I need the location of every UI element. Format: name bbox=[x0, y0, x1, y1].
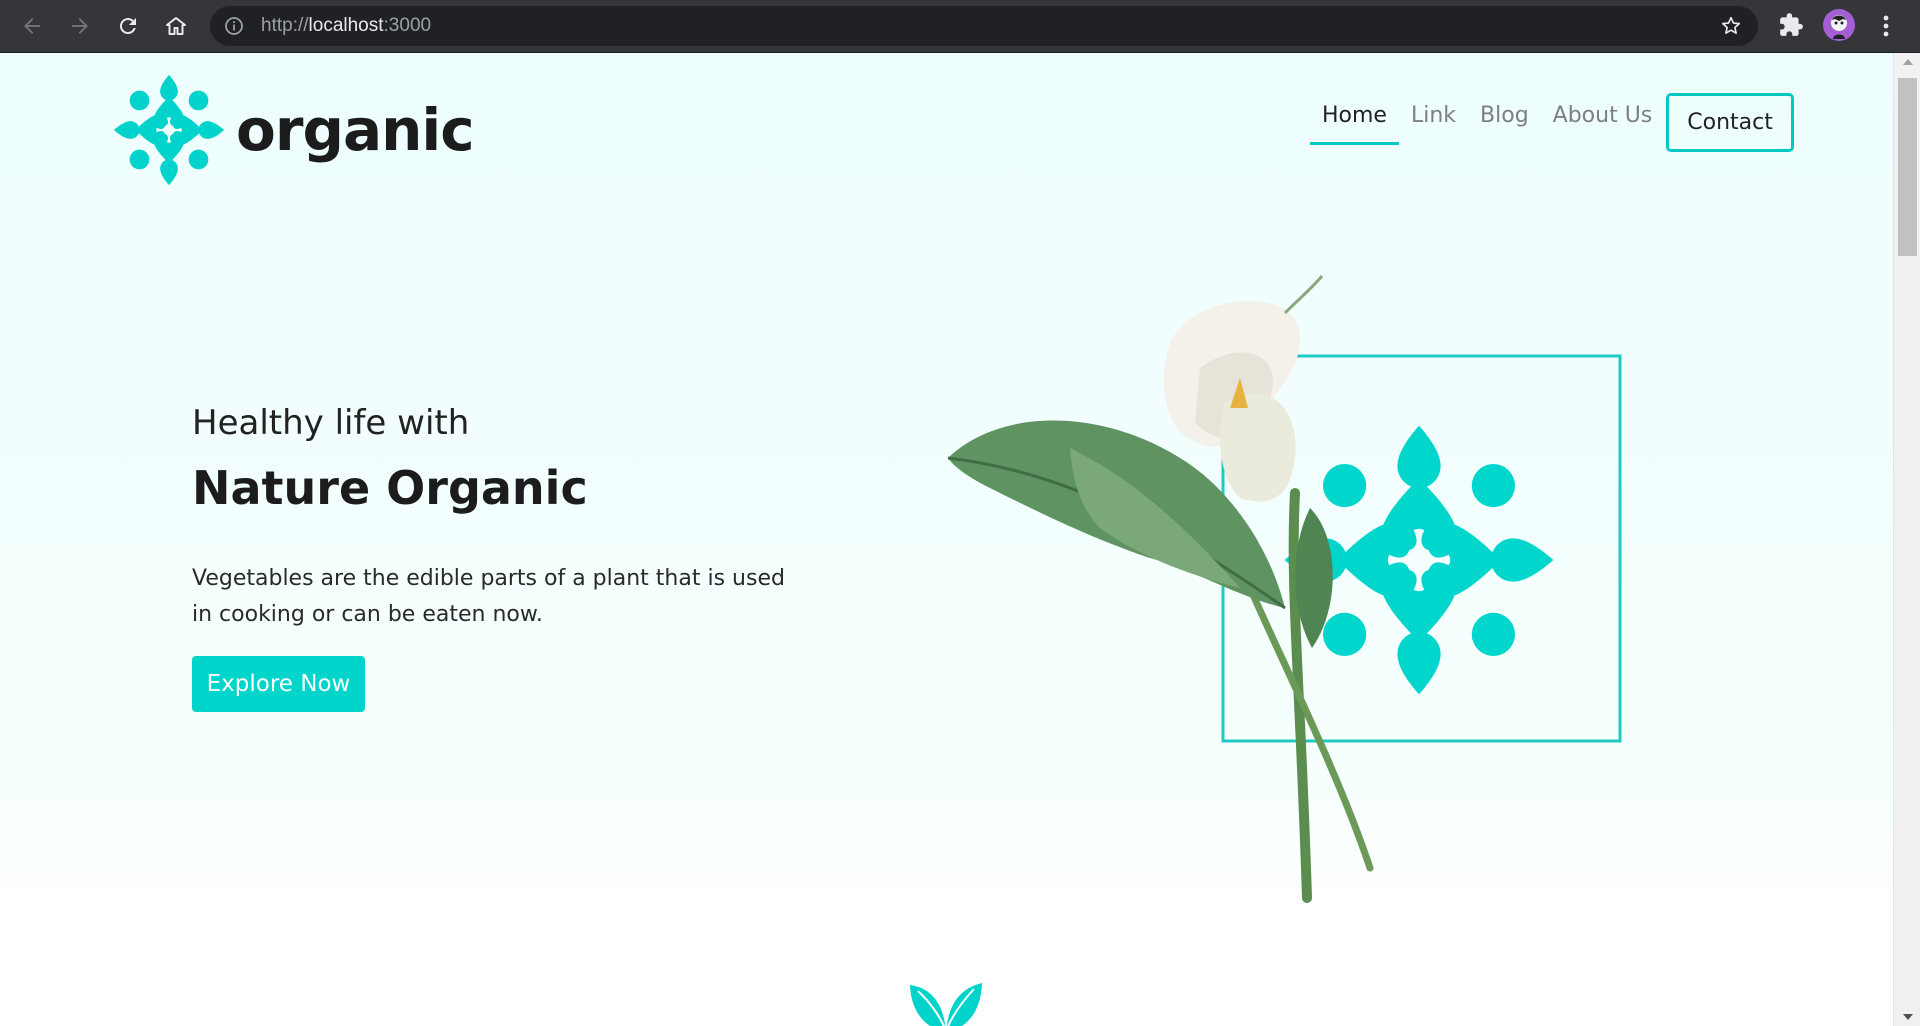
vertical-scrollbar[interactable] bbox=[1893, 53, 1920, 1026]
page-viewport: organic Home Link Blog About Us Contact … bbox=[0, 53, 1893, 1026]
main-nav: Home Link Blog About Us Contact bbox=[1310, 93, 1794, 152]
nav-link[interactable]: Link bbox=[1399, 99, 1468, 142]
organic-logo-icon bbox=[113, 74, 225, 186]
nav-about-us[interactable]: About Us bbox=[1541, 99, 1665, 142]
hero-subtitle: Healthy life with bbox=[192, 403, 470, 443]
site-info-icon[interactable] bbox=[224, 16, 244, 36]
extensions-icon[interactable] bbox=[1778, 12, 1804, 38]
url-text[interactable]: http://localhost:3000 bbox=[261, 15, 431, 37]
bookmark-star-icon[interactable] bbox=[1720, 15, 1742, 37]
hero-title: Nature Organic bbox=[192, 461, 588, 515]
brand-name: organic bbox=[236, 96, 475, 164]
forward-icon[interactable] bbox=[64, 10, 96, 42]
back-icon[interactable] bbox=[16, 10, 48, 42]
leaf-icon bbox=[910, 983, 982, 1026]
brand-logo[interactable]: organic bbox=[110, 71, 475, 189]
home-icon[interactable] bbox=[160, 10, 192, 42]
hero-flower-illustration bbox=[947, 275, 1622, 903]
nav-home[interactable]: Home bbox=[1310, 99, 1399, 145]
profile-avatar[interactable] bbox=[1823, 9, 1855, 41]
browser-toolbar: http://localhost:3000 bbox=[0, 0, 1920, 53]
scroll-down-arrow-icon[interactable] bbox=[1903, 1014, 1913, 1020]
scroll-up-arrow-icon[interactable] bbox=[1903, 59, 1913, 65]
explore-now-button[interactable]: Explore Now bbox=[192, 656, 365, 712]
reload-icon[interactable] bbox=[112, 10, 144, 42]
address-bar[interactable]: http://localhost:3000 bbox=[210, 6, 1758, 46]
hero-description: Vegetables are the edible parts of a pla… bbox=[192, 566, 785, 627]
menu-icon[interactable] bbox=[1876, 12, 1896, 40]
contact-button[interactable]: Contact bbox=[1666, 93, 1794, 152]
nav-blog[interactable]: Blog bbox=[1468, 99, 1541, 142]
scrollbar-thumb[interactable] bbox=[1898, 78, 1917, 256]
